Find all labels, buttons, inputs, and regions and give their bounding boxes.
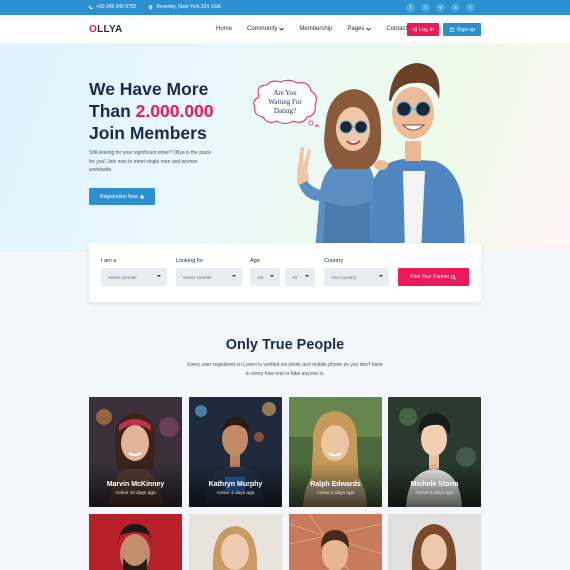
login-label: Log in bbox=[419, 26, 434, 33]
lock-icon bbox=[140, 194, 144, 199]
partner-search-form: I am a Select Gender Looking for Select … bbox=[89, 243, 481, 302]
member-activity: Active 10 days ago bbox=[115, 491, 156, 496]
member-photo bbox=[289, 514, 382, 570]
menu-label: Home bbox=[216, 26, 233, 32]
menu-label: Contact bbox=[386, 26, 408, 32]
caret-down-icon bbox=[379, 275, 383, 277]
signup-button[interactable]: Sign up bbox=[443, 23, 481, 36]
member-card[interactable]: Kathryn Murphy Active 3 days ago bbox=[189, 397, 282, 507]
find-partner-label: Find Your Partner bbox=[410, 274, 450, 280]
menu-label: Pages bbox=[347, 26, 365, 32]
hero-section: We Have More Than 2.000.000 Join Members… bbox=[0, 43, 570, 252]
twitter-icon[interactable]: t bbox=[421, 3, 430, 12]
looking-select[interactable]: Select Gender bbox=[176, 268, 242, 286]
menu-item-community[interactable]: Community bbox=[247, 26, 285, 32]
address-text: Beverley, New York 224 USA bbox=[156, 4, 221, 10]
main-menu: Home Community Membership Pages Contact bbox=[216, 26, 407, 32]
iam-select[interactable]: Select Gender bbox=[101, 268, 167, 286]
hero-description: Still looking for your significant other… bbox=[89, 150, 212, 173]
member-activity: Active 5 days ago bbox=[415, 491, 454, 496]
member-photo bbox=[89, 514, 182, 570]
country-label: Country bbox=[324, 258, 344, 264]
caret-down-icon bbox=[157, 275, 161, 277]
search-icon bbox=[451, 274, 457, 280]
phone-number: +00 345 345 6782 bbox=[96, 4, 137, 10]
country-select[interactable]: Your country bbox=[324, 268, 389, 286]
age-label: Age bbox=[250, 258, 260, 264]
caret-down-icon bbox=[232, 275, 236, 277]
member-name: Ralph Edwards bbox=[310, 481, 361, 488]
hero-title-highlight: 2.000.000 bbox=[135, 101, 214, 121]
menu-label: Membership bbox=[299, 26, 333, 32]
top-bar: +00 345 345 6782 Beverley, New York 224 … bbox=[0, 0, 570, 15]
signup-label: Sign up bbox=[456, 26, 476, 33]
member-card[interactable]: Marvin McKinney Active 10 days ago bbox=[89, 397, 182, 507]
age-to-select[interactable]: 48 bbox=[285, 268, 315, 286]
iam-label: I am a bbox=[101, 258, 117, 264]
social-links: f t v s r bbox=[406, 3, 475, 12]
logo-text: LLYA bbox=[97, 24, 123, 35]
address-contact: Beverley, New York 224 USA bbox=[148, 4, 221, 10]
looking-label: Looking for bbox=[176, 258, 204, 264]
contact-info: +00 345 345 6782 Beverley, New York 224 … bbox=[88, 4, 221, 10]
bubble-line-3: Dating? bbox=[274, 107, 296, 115]
member-activity: Active 2 days ago bbox=[316, 491, 355, 496]
member-card-partial[interactable] bbox=[89, 514, 182, 570]
menu-item-home[interactable]: Home bbox=[216, 26, 232, 32]
users-icon bbox=[448, 27, 455, 32]
member-activity: Active 3 days ago bbox=[216, 491, 255, 496]
site-logo[interactable]: OLLYA bbox=[89, 24, 123, 35]
hero-title: We Have More Than 2.000.000 Join Members bbox=[89, 78, 214, 144]
vimeo-icon[interactable]: v bbox=[436, 3, 445, 12]
phone-contact[interactable]: +00 345 345 6782 bbox=[88, 4, 136, 10]
country-value: Your country bbox=[331, 274, 357, 280]
bubble-line-2: Waiting For bbox=[268, 98, 302, 106]
member-card-partial[interactable] bbox=[388, 514, 481, 570]
chevron-down-icon bbox=[279, 27, 285, 31]
member-card-partial[interactable] bbox=[289, 514, 382, 570]
hero-title-line1: We Have More bbox=[89, 79, 209, 99]
menu-item-pages[interactable]: Pages bbox=[347, 26, 372, 32]
member-name: Marvin McKinney bbox=[106, 481, 165, 488]
caret-down-icon bbox=[270, 275, 274, 277]
location-pin-icon bbox=[149, 4, 153, 10]
main-navbar: OLLYA Home Community Membership Pages Co… bbox=[0, 15, 570, 43]
member-photo bbox=[189, 514, 282, 570]
hero-title-line3: Join Members bbox=[89, 123, 207, 143]
registration-button[interactable]: Registration Now bbox=[89, 188, 155, 205]
section-description: Every user registered on Loven is verifi… bbox=[187, 362, 383, 377]
looking-value: Select Gender bbox=[183, 274, 212, 280]
section-title: Only True People bbox=[225, 337, 345, 353]
caret-down-icon bbox=[305, 275, 309, 277]
menu-label: Community bbox=[247, 26, 278, 32]
member-name: Michele Storm bbox=[410, 481, 459, 488]
registration-label: Registration Now bbox=[99, 193, 139, 200]
age-from-select[interactable]: 18+ bbox=[250, 268, 280, 286]
facebook-icon[interactable]: f bbox=[406, 3, 415, 12]
chevron-down-icon bbox=[366, 27, 372, 31]
age-from-value: 18+ bbox=[257, 274, 265, 280]
find-partner-button[interactable]: Find Your Partner bbox=[398, 268, 469, 286]
logo-accent-letter: O bbox=[89, 24, 98, 35]
login-icon bbox=[412, 27, 417, 32]
member-card[interactable]: Ralph Edwards Active 2 days ago bbox=[289, 397, 382, 507]
login-button[interactable]: Log in bbox=[407, 23, 439, 36]
age-to-value: 48 bbox=[292, 274, 298, 280]
thought-bubble: Are You Waiting For Dating? bbox=[253, 79, 319, 127]
skype-icon[interactable]: s bbox=[451, 3, 460, 12]
phone-icon bbox=[88, 5, 93, 9]
member-photo bbox=[388, 514, 481, 570]
iam-value: Select Gender bbox=[108, 274, 137, 280]
hero-title-line2: Than bbox=[89, 101, 136, 121]
bubble-line-1: Are You bbox=[273, 89, 297, 97]
menu-item-membership[interactable]: Membership bbox=[299, 26, 332, 32]
menu-item-contact[interactable]: Contact bbox=[386, 26, 407, 32]
member-name: Kathryn Murphy bbox=[208, 481, 263, 488]
member-card-partial[interactable] bbox=[189, 514, 282, 570]
rss-icon[interactable]: r bbox=[466, 3, 475, 12]
member-card[interactable]: Michele Storm Active 5 days ago bbox=[388, 397, 481, 507]
